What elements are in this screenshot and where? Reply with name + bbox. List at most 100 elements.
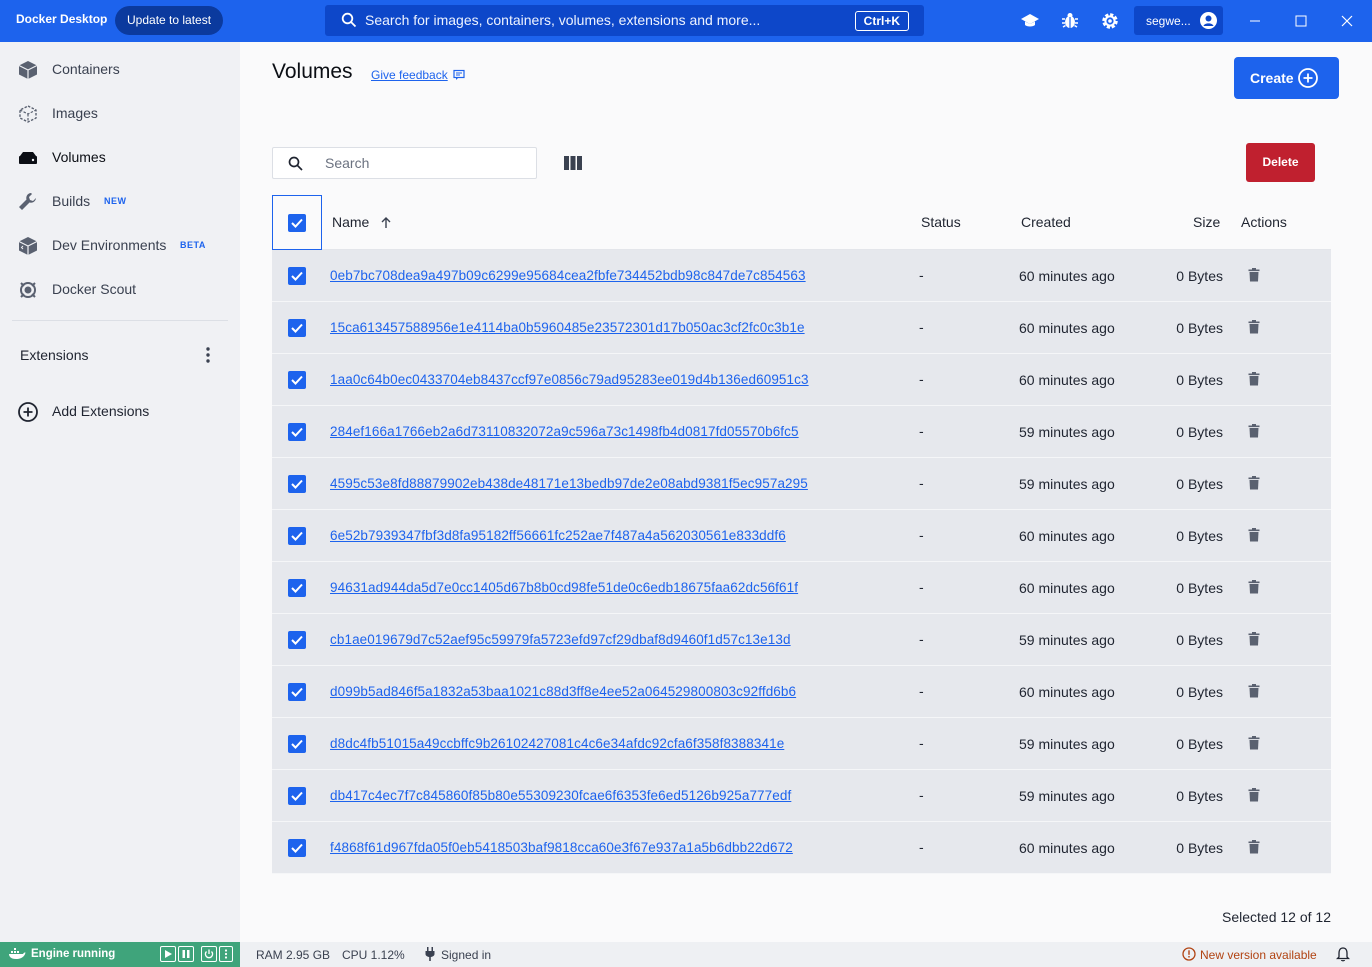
volume-name-link[interactable]: 0eb7bc708dea9a497b09c6299e95684cea2fbfe7… — [330, 268, 806, 283]
trash-icon[interactable] — [1248, 476, 1260, 490]
volume-name-link[interactable]: 15ca613457588956e1e4114ba0b5960485e23572… — [330, 320, 805, 335]
trash-icon[interactable] — [1248, 684, 1260, 698]
checkmark-icon — [291, 687, 303, 697]
engine-more-button[interactable] — [219, 946, 233, 962]
row-checkbox[interactable] — [288, 839, 306, 857]
maximize-icon[interactable] — [1292, 12, 1310, 30]
plug-icon — [425, 947, 435, 961]
trash-icon[interactable] — [1248, 528, 1260, 542]
column-header-size[interactable]: Size — [1193, 214, 1220, 230]
trash-icon[interactable] — [1248, 424, 1260, 438]
engine-power-button[interactable] — [201, 946, 217, 962]
learning-center-icon[interactable] — [1020, 11, 1040, 31]
trash-icon[interactable] — [1248, 268, 1260, 282]
sidebar-item-containers[interactable]: Containers — [0, 49, 240, 89]
volume-size: 0 Bytes — [1176, 372, 1223, 388]
row-checkbox[interactable] — [288, 371, 306, 389]
engine-status[interactable]: Engine running — [0, 942, 240, 967]
volume-search-field[interactable] — [272, 147, 537, 179]
engine-pause-button[interactable] — [178, 946, 194, 962]
minimize-icon[interactable] — [1246, 12, 1264, 30]
table-row[interactable]: 94631ad944da5d7e0cc1405d67b8b0cd98fe51de… — [272, 562, 1331, 614]
table-row[interactable]: cb1ae019679d7c52aef95c59979fa5723efd97cf… — [272, 614, 1331, 666]
sidebar-item-builds[interactable]: Builds NEW — [0, 181, 240, 221]
column-header-actions: Actions — [1241, 214, 1287, 230]
table-row[interactable]: 284ef166a1766eb2a6d73110832072a9c596a73c… — [272, 406, 1331, 458]
table-row[interactable]: 6e52b7939347fbf3d8fa95182ff56661fc252ae7… — [272, 510, 1331, 562]
volume-created: 60 minutes ago — [1019, 684, 1115, 700]
trash-icon[interactable] — [1248, 632, 1260, 646]
images-icon — [19, 105, 37, 123]
volume-name-link[interactable]: 94631ad944da5d7e0cc1405d67b8b0cd98fe51de… — [330, 580, 798, 595]
row-checkbox[interactable] — [288, 683, 306, 701]
checkmark-icon — [291, 323, 303, 333]
volume-created: 60 minutes ago — [1019, 372, 1115, 388]
create-button[interactable]: Create — [1234, 57, 1339, 99]
row-checkbox[interactable] — [288, 423, 306, 441]
account-name: segwe... — [1146, 14, 1191, 28]
close-icon[interactable] — [1338, 12, 1356, 30]
column-header-created[interactable]: Created — [1021, 214, 1071, 230]
table-row[interactable]: 0eb7bc708dea9a497b09c6299e95684cea2fbfe7… — [272, 250, 1331, 302]
table-row[interactable]: db417c4ec7f7c845860f85b80e55309230fcae6f… — [272, 770, 1331, 822]
volume-name-link[interactable]: 6e52b7939347fbf3d8fa95182ff56661fc252ae7… — [330, 528, 786, 543]
give-feedback-link[interactable]: Give feedback — [371, 68, 448, 82]
select-all-checkbox[interactable] — [288, 214, 306, 232]
sort-ascending-icon[interactable] — [380, 216, 392, 229]
column-header-name[interactable]: Name — [332, 214, 369, 230]
volume-name-link[interactable]: cb1ae019679d7c52aef95c59979fa5723efd97cf… — [330, 632, 791, 647]
add-extensions-button[interactable]: Add Extensions — [17, 400, 217, 424]
table-row[interactable]: d8dc4fb51015a49ccbffc9b26102427081c4c6e3… — [272, 718, 1331, 770]
volume-name-link[interactable]: db417c4ec7f7c845860f85b80e55309230fcae6f… — [330, 788, 791, 803]
table-row[interactable]: 1aa0c64b0ec0433704eb8437ccf97e0856c79ad9… — [272, 354, 1331, 406]
row-checkbox[interactable] — [288, 475, 306, 493]
feedback-icon[interactable] — [453, 69, 465, 81]
checkmark-icon — [291, 583, 303, 593]
table-row[interactable]: d099b5ad846f5a1832a53baa1021c88d3ff8e4ee… — [272, 666, 1331, 718]
sidebar-item-docker-scout[interactable]: Docker Scout — [0, 269, 240, 309]
volume-name-link[interactable]: 284ef166a1766eb2a6d73110832072a9c596a73c… — [330, 424, 799, 439]
search-input[interactable] — [325, 152, 525, 174]
extensions-more-icon[interactable] — [200, 345, 216, 365]
table-row[interactable]: 15ca613457588956e1e4114ba0b5960485e23572… — [272, 302, 1331, 354]
trash-icon[interactable] — [1248, 320, 1260, 334]
columns-toggle-icon[interactable] — [563, 154, 583, 172]
notifications-bell-icon[interactable] — [1336, 947, 1350, 962]
volume-name-link[interactable]: d099b5ad846f5a1832a53baa1021c88d3ff8e4ee… — [330, 684, 796, 699]
trash-icon[interactable] — [1248, 372, 1260, 386]
global-search-bar[interactable]: Search for images, containers, volumes, … — [325, 5, 924, 36]
table-row[interactable]: 4595c53e8fd88879902eb438de48171e13bedb97… — [272, 458, 1331, 510]
volume-name-link[interactable]: 1aa0c64b0ec0433704eb8437ccf97e0856c79ad9… — [330, 372, 809, 387]
delete-button[interactable]: Delete — [1246, 143, 1315, 182]
account-button[interactable]: segwe... — [1134, 6, 1223, 35]
troubleshoot-bug-icon[interactable] — [1060, 11, 1080, 31]
volume-name-link[interactable]: f4868f61d967fda05f0eb5418503baf9818cca60… — [330, 840, 793, 855]
row-checkbox[interactable] — [288, 787, 306, 805]
title-bar: Docker Desktop Update to latest Search f… — [0, 0, 1372, 42]
sidebar-item-volumes[interactable]: Volumes — [0, 137, 240, 177]
volume-name-link[interactable]: 4595c53e8fd88879902eb438de48171e13bedb97… — [330, 476, 808, 491]
volume-created: 60 minutes ago — [1019, 268, 1115, 284]
new-version-link[interactable]: New version available — [1200, 948, 1317, 962]
sidebar-item-dev-environments[interactable]: Dev Environments BETA — [0, 225, 240, 265]
row-checkbox[interactable] — [288, 631, 306, 649]
row-checkbox[interactable] — [288, 527, 306, 545]
engine-play-button[interactable] — [160, 946, 176, 962]
table-row[interactable]: f4868f61d967fda05f0eb5418503baf9818cca60… — [272, 822, 1331, 874]
trash-icon[interactable] — [1248, 788, 1260, 802]
sidebar-item-images[interactable]: Images — [0, 93, 240, 133]
volume-name-link[interactable]: d8dc4fb51015a49ccbffc9b26102427081c4c6e3… — [330, 736, 784, 751]
row-checkbox[interactable] — [288, 267, 306, 285]
column-header-status[interactable]: Status — [921, 214, 961, 230]
search-icon — [341, 12, 357, 28]
row-checkbox[interactable] — [288, 319, 306, 337]
update-button[interactable]: Update to latest — [115, 6, 224, 35]
row-checkbox[interactable] — [288, 579, 306, 597]
settings-gear-icon[interactable] — [1100, 11, 1120, 31]
trash-icon[interactable] — [1248, 580, 1260, 594]
trash-icon[interactable] — [1248, 840, 1260, 854]
row-checkbox[interactable] — [288, 735, 306, 753]
volume-created: 59 minutes ago — [1019, 736, 1115, 752]
trash-icon[interactable] — [1248, 736, 1260, 750]
global-search-placeholder: Search for images, containers, volumes, … — [365, 12, 761, 28]
